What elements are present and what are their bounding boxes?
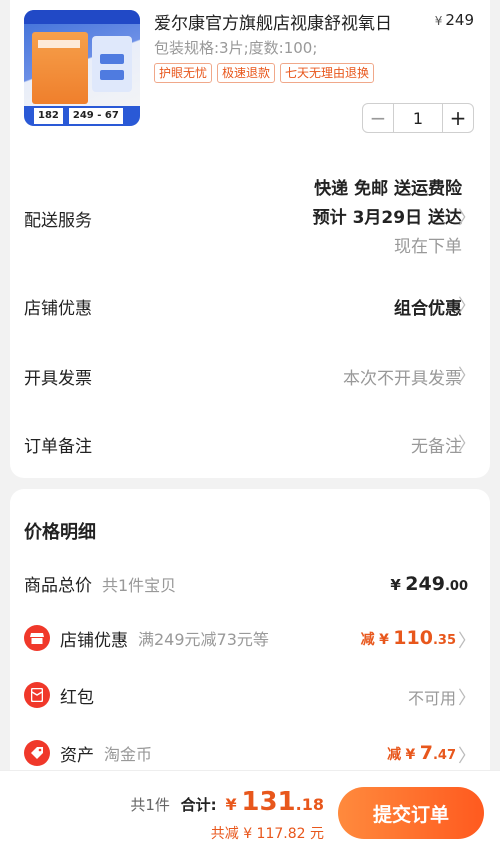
total-currency: ¥ bbox=[225, 795, 237, 814]
thumb-promo-panel bbox=[92, 36, 132, 92]
goods-total-label: 商品总价 共1件宝贝 bbox=[24, 571, 177, 597]
order-item-card: 182 249 - 67 爱尔康官方旗舰店视康舒视氧日 ¥249 包装规格:3片;… bbox=[10, 0, 490, 478]
chevron-right-icon: 〉 bbox=[458, 208, 476, 229]
red-packet-value: 不可用 bbox=[407, 689, 456, 708]
coin-tag-icon bbox=[24, 740, 50, 766]
order-note-value: 无备注 bbox=[411, 437, 462, 457]
quantity-value[interactable]: 1 bbox=[393, 104, 443, 132]
product-price: ¥249 bbox=[435, 11, 474, 29]
item-count: 共1件 bbox=[130, 796, 170, 814]
shop-discount-amount: 减 ¥ 110.35 bbox=[360, 627, 456, 649]
plus-button[interactable]: + bbox=[443, 104, 473, 132]
product-spec[interactable]: 包装规格:3片;度数:100; bbox=[154, 37, 317, 58]
chevron-right-icon: 〉 bbox=[458, 366, 476, 387]
total-label: 合计: bbox=[180, 796, 217, 814]
price-detail-card: 价格明细 商品总价 共1件宝贝 ¥ 249.00 店铺优惠 满249元减73元等… bbox=[10, 489, 490, 789]
chevron-right-icon: 〉 bbox=[458, 631, 476, 652]
thumb-banner bbox=[24, 10, 140, 24]
tag-eye-care: 护眼无忧 bbox=[154, 63, 213, 83]
minus-button[interactable]: − bbox=[363, 104, 393, 132]
tag-7day-return: 七天无理由退换 bbox=[280, 63, 375, 83]
delivery-order-now: 现在下单 bbox=[394, 237, 462, 257]
red-packet-icon bbox=[24, 682, 50, 708]
product-title[interactable]: 爱尔康官方旗舰店视康舒视氧日 bbox=[154, 9, 392, 34]
checkout-bar: 共1件 合计: ¥ 131.18 共减 ¥ 117.82 元 提交订单 bbox=[0, 770, 500, 856]
shop-icon bbox=[24, 625, 50, 651]
assets-discount-amount: 减 ¥ 7.47 bbox=[387, 742, 456, 764]
delivery-label: 配送服务 bbox=[24, 211, 92, 231]
goods-total-value: ¥ 249.00 bbox=[390, 573, 468, 595]
shop-discount-rule: 满249元减73元等 bbox=[138, 630, 269, 649]
assets-type: 淘金币 bbox=[104, 745, 153, 764]
delivery-eta: 预计 3月29日 送达 bbox=[312, 208, 462, 228]
goods-count: 共1件宝贝 bbox=[102, 575, 177, 595]
chevron-right-icon: 〉 bbox=[458, 296, 476, 317]
thumb-price: 182 bbox=[34, 108, 63, 124]
thumb-note: 249 - 67 bbox=[68, 108, 123, 124]
price-amount: 249 bbox=[445, 11, 474, 29]
red-packet-label: 红包 bbox=[60, 687, 94, 708]
delivery-method: 快递 免邮 送运费险 bbox=[314, 179, 462, 199]
thumb-product-box bbox=[32, 32, 88, 104]
chevron-right-icon: 〉 bbox=[458, 434, 476, 455]
invoice-label: 开具发票 bbox=[24, 369, 92, 389]
order-note-label: 订单备注 bbox=[24, 437, 92, 457]
quantity-stepper: − 1 + bbox=[362, 103, 474, 133]
shop-discount-value: 组合优惠 bbox=[394, 299, 462, 319]
shop-discount-label: 店铺优惠 bbox=[24, 299, 92, 319]
chevron-right-icon: 〉 bbox=[458, 746, 476, 767]
thumb-price-strip: 182 249 - 67 bbox=[24, 106, 140, 126]
price-detail-title: 价格明细 bbox=[24, 522, 96, 543]
chevron-right-icon: 〉 bbox=[458, 688, 476, 709]
total-saved: 共减 ¥ 117.82 元 bbox=[210, 826, 324, 842]
tag-fast-refund: 极速退款 bbox=[217, 63, 276, 83]
shop-discount-detail-label: 店铺优惠 bbox=[60, 630, 128, 651]
price-currency: ¥ bbox=[434, 14, 443, 28]
order-total: 共1件 合计: ¥ 131.18 bbox=[130, 787, 324, 817]
product-thumbnail[interactable]: 182 249 - 67 bbox=[24, 10, 140, 126]
assets-label: 资产 bbox=[60, 745, 94, 766]
total-amount: 131.18 bbox=[241, 787, 324, 817]
invoice-value: 本次不开具发票 bbox=[343, 369, 462, 389]
service-tags: 护眼无忧 极速退款 七天无理由退换 bbox=[154, 63, 375, 83]
submit-order-button[interactable]: 提交订单 bbox=[338, 787, 484, 839]
